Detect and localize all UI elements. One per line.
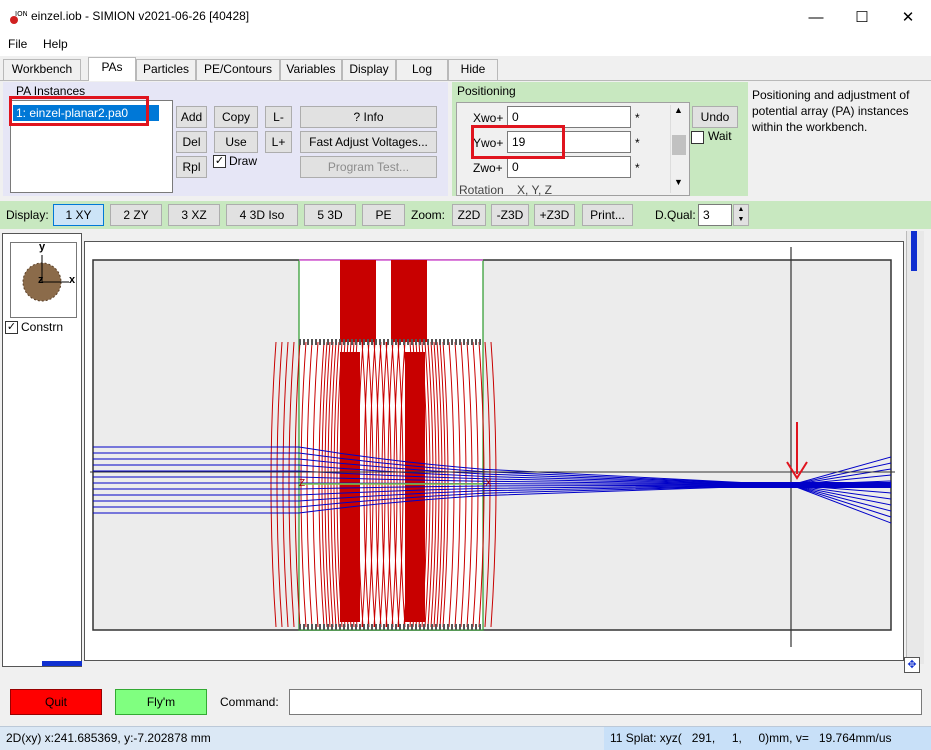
undo-button[interactable]: Undo	[692, 106, 738, 128]
info-button[interactable]: ? Info	[300, 106, 437, 128]
menu-file[interactable]: File	[8, 37, 27, 51]
zoom-2d-button[interactable]: Z2D	[452, 204, 486, 226]
help-text: Positioning and adjustment of potential …	[752, 88, 910, 134]
close-icon: ✕	[901, 9, 915, 26]
rpl-button[interactable]: Rpl	[176, 156, 207, 178]
status-bar: 2D(xy) x:241.685369, y:-7.202878 mm 11 S…	[0, 726, 931, 750]
svg-text:ION: ION	[15, 10, 27, 18]
xwo-star: *	[635, 111, 640, 125]
ywo-star: *	[635, 136, 640, 150]
view-area: y x z ✓ Constrn Z X ✥	[0, 231, 931, 684]
view-sidebar: y x z ✓ Constrn	[2, 233, 82, 667]
del-button[interactable]: Del	[176, 131, 207, 153]
zoom-plus-3d-button[interactable]: +Z3D	[534, 204, 575, 226]
tab-variables[interactable]: Variables	[280, 59, 342, 80]
dqual-spinner[interactable]: ▲ ▼	[733, 204, 749, 226]
tab-particles[interactable]: Particles	[136, 59, 196, 80]
dqual-input[interactable]: 3	[698, 204, 732, 226]
tab-pas[interactable]: PAs	[88, 57, 136, 81]
menu-bar: File Help	[0, 34, 931, 56]
axis-x-label: x	[69, 274, 76, 286]
v-scrollbar[interactable]	[906, 231, 924, 664]
tab-bar: Workbench PAs Particles PE/Contours Vari…	[0, 57, 931, 81]
maximize-button[interactable]: ☐	[839, 0, 885, 34]
view-xy-button[interactable]: 1 XY	[53, 204, 104, 226]
highlight-box-pa	[9, 96, 149, 126]
view-xz-button[interactable]: 3 XZ	[168, 204, 220, 226]
tab-hide[interactable]: Hide	[448, 59, 498, 80]
display-toolbar: Display: 1 XY 2 ZY 3 XZ 4 3D Iso 5 3D PE…	[0, 201, 931, 229]
h-scroll-indicator[interactable]	[42, 661, 82, 666]
l-minus-button[interactable]: L-	[265, 106, 292, 128]
status-splat: 11 Splat: xyz( 291, 1, 0)mm, v= 19.764mm…	[610, 731, 892, 745]
view-3d-button[interactable]: 5 3D	[304, 204, 356, 226]
dqual-label: D.Qual:	[655, 208, 696, 222]
minimize-button[interactable]: —	[793, 0, 839, 34]
command-label: Command:	[220, 695, 279, 709]
orientation-icon	[22, 255, 69, 302]
workbench-canvas[interactable]: Z X	[84, 241, 904, 661]
app-icon: ION	[10, 10, 27, 24]
scroll-thumb[interactable]	[672, 135, 686, 155]
tab-display[interactable]: Display	[342, 59, 396, 80]
add-button[interactable]: Add	[176, 106, 207, 128]
program-test-button[interactable]: Program Test...	[300, 156, 437, 178]
command-bar: Quit Fly'm Command:	[0, 684, 931, 724]
copy-button[interactable]: Copy	[214, 106, 258, 128]
rotation-row-label: Rotation X, Y, Z	[459, 183, 552, 196]
scroll-up-icon[interactable]: ▲	[674, 105, 683, 115]
wait-checkbox[interactable]	[691, 131, 704, 144]
zwo-star: *	[635, 161, 640, 175]
pas-panel: PA Instances 1: einzel-planar2.pa0 Add C…	[0, 80, 931, 200]
l-plus-button[interactable]: L+	[265, 131, 292, 153]
pe-button[interactable]: PE	[362, 204, 405, 226]
zwo-label: Zwo+	[473, 161, 503, 175]
workbench-drawing	[90, 247, 895, 647]
tab-workbench[interactable]: Workbench	[3, 59, 81, 80]
flym-button[interactable]: Fly'm	[115, 689, 207, 715]
zoom-minus-3d-button[interactable]: -Z3D	[491, 204, 529, 226]
constrn-checkbox[interactable]: ✓	[5, 321, 18, 334]
status-coordinates: 2D(xy) x:241.685369, y:-7.202878 mm	[6, 731, 211, 745]
title-bar: ION einzel.iob - SIMION v2021-06-26 [404…	[0, 0, 931, 34]
zwo-input[interactable]: 0	[507, 156, 631, 178]
axis-y-label: y	[39, 241, 46, 253]
positioning-group: Positioning Xwo+ 0 * Ywo+ 19 * Zwo+ 0 * …	[452, 82, 748, 196]
lens-label-x: X	[485, 478, 492, 489]
pan-icon[interactable]: ✥	[904, 657, 920, 673]
scroll-down-icon[interactable]: ▼	[674, 177, 683, 187]
constrn-label: Constrn	[21, 320, 64, 334]
highlight-box-ywo	[471, 125, 565, 159]
display-label: Display:	[6, 208, 49, 222]
tab-log[interactable]: Log	[396, 59, 448, 80]
use-button[interactable]: Use	[214, 131, 258, 153]
tab-pe-contours[interactable]: PE/Contours	[196, 59, 280, 80]
view-3d-iso-button[interactable]: 4 3D Iso	[226, 204, 298, 226]
orientation-widget[interactable]: y x z	[10, 241, 77, 318]
positioning-header: Positioning	[457, 84, 516, 98]
command-input[interactable]	[289, 689, 922, 715]
print-button[interactable]: Print...	[582, 204, 633, 226]
menu-help[interactable]: Help	[43, 37, 68, 51]
lens-label-z: Z	[299, 478, 306, 489]
positioning-scrollbar[interactable]: ▲ ▼	[670, 105, 687, 193]
wait-label: Wait	[708, 129, 732, 143]
status-splat-panel: 11 Splat: xyz( 291, 1, 0)mm, v= 19.764mm…	[604, 727, 931, 750]
fast-adjust-button[interactable]: Fast Adjust Voltages...	[300, 131, 437, 153]
draw-checkbox[interactable]: ✓	[213, 155, 226, 168]
v-scroll-thumb[interactable]	[911, 231, 917, 271]
quit-button[interactable]: Quit	[10, 689, 102, 715]
window-title: einzel.iob - SIMION v2021-06-26 [40428]	[31, 9, 250, 23]
zoom-label: Zoom:	[411, 208, 446, 222]
view-zy-button[interactable]: 2 ZY	[110, 204, 162, 226]
close-button[interactable]: ✕	[885, 0, 931, 34]
pa-instances-group: PA Instances 1: einzel-planar2.pa0 Add C…	[3, 82, 448, 196]
maximize-icon: ☐	[855, 9, 869, 26]
minimize-icon: —	[808, 8, 824, 26]
draw-label: Draw	[229, 154, 258, 168]
xwo-label: Xwo+	[473, 111, 504, 125]
axis-z-label: z	[38, 274, 44, 286]
